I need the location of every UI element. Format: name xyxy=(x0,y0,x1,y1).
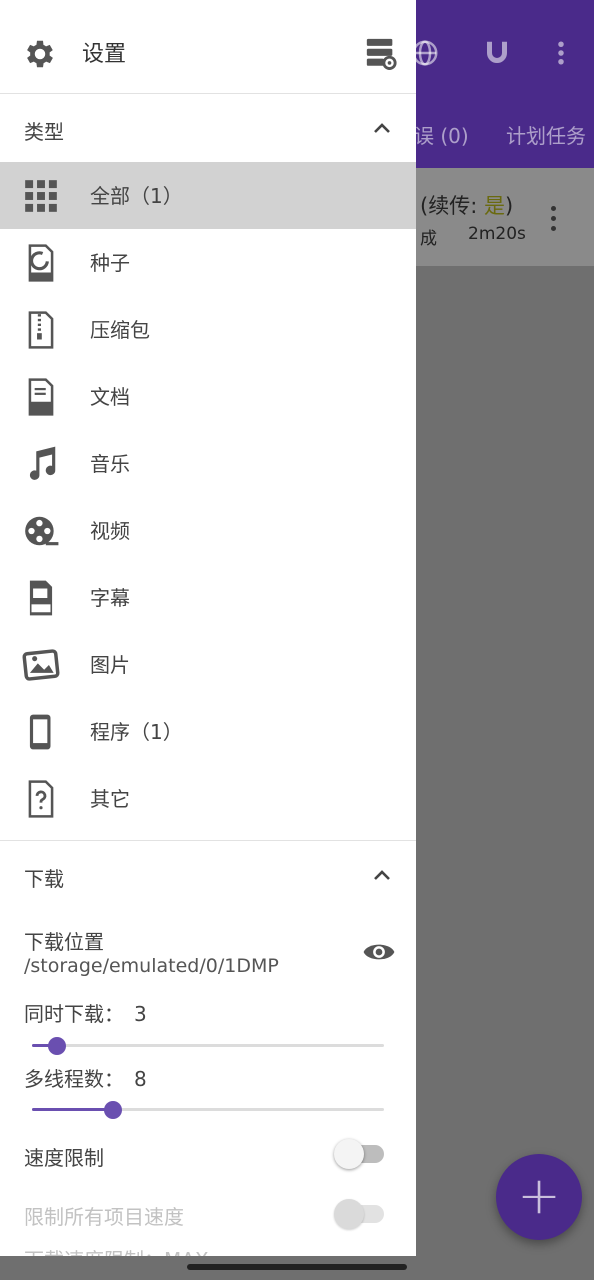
concurrent-downloads-value: 3 xyxy=(134,1002,147,1026)
plus-icon: + xyxy=(517,1166,561,1226)
task-title: (续传: 是) xyxy=(420,194,514,218)
toggle-knob xyxy=(334,1199,364,1229)
limit-all-label: 限制所有项目速度 xyxy=(24,1205,184,1229)
category-label: 种子 xyxy=(90,251,130,275)
category-label: 图片 xyxy=(90,653,130,677)
types-section-title: 类型 xyxy=(24,120,64,144)
eye-icon[interactable] xyxy=(362,938,396,966)
navigation-drawer: 设置 类型 全部（1） 种子 压缩包 文档 音乐 视频 字幕 图片 程序（1） … xyxy=(0,0,416,1256)
category-label: 文档 xyxy=(90,385,130,409)
magnet-icon[interactable] xyxy=(480,38,514,72)
concurrent-downloads-label: 同时下载： 3 xyxy=(24,1002,147,1026)
category-video[interactable]: 视频 xyxy=(0,497,416,564)
speed-limit-value-label: 下载速度限制：MAX xyxy=(24,1244,209,1256)
download-section-title: 下载 xyxy=(24,867,64,891)
speed-limit-label: 速度限制 xyxy=(24,1146,104,1170)
category-image[interactable]: 图片 xyxy=(0,631,416,698)
category-program[interactable]: 程序（1） xyxy=(0,698,416,765)
gear-icon[interactable] xyxy=(22,36,58,72)
limit-all-toggle[interactable] xyxy=(334,1199,384,1229)
category-label: 全部（1） xyxy=(90,184,183,208)
slider-track xyxy=(32,1044,384,1047)
chevron-up-icon xyxy=(374,123,390,133)
drawer-header: 设置 xyxy=(0,0,416,94)
download-location-path[interactable]: /storage/emulated/0/1DMP xyxy=(24,955,279,977)
slider-fill xyxy=(32,1108,113,1111)
thread-count-value: 8 xyxy=(134,1067,147,1091)
zip-file-icon xyxy=(28,311,54,349)
phone-icon xyxy=(29,714,51,750)
film-reel-icon xyxy=(25,516,59,546)
category-subtitle[interactable]: 字幕 xyxy=(0,564,416,631)
thread-count-label: 多线程数： 8 xyxy=(24,1067,147,1091)
tab-error[interactable]: 误 (0) xyxy=(414,120,469,149)
doc-file-icon xyxy=(28,378,54,416)
section-divider xyxy=(0,840,416,841)
category-all[interactable]: 全部（1） xyxy=(0,162,416,229)
category-label: 音乐 xyxy=(90,452,130,476)
unknown-file-icon xyxy=(28,780,54,818)
category-label: 其它 xyxy=(90,787,130,811)
music-note-icon xyxy=(29,446,56,480)
toggle-knob xyxy=(334,1139,364,1169)
grid-icon xyxy=(25,180,57,212)
download-location-label: 下载位置 xyxy=(24,930,104,954)
torrent-file-icon xyxy=(28,244,54,282)
gesture-nav-bar[interactable] xyxy=(187,1264,407,1270)
concurrent-downloads-slider[interactable] xyxy=(32,1036,384,1056)
category-document[interactable]: 文档 xyxy=(0,363,416,430)
category-list: 全部（1） 种子 压缩包 文档 音乐 视频 字幕 图片 程序（1） 其它 xyxy=(0,162,416,832)
slider-thumb[interactable] xyxy=(104,1101,122,1119)
category-label: 视频 xyxy=(90,519,130,543)
tab-scheduled[interactable]: 计划任务 xyxy=(506,120,586,149)
slider-thumb[interactable] xyxy=(48,1037,66,1055)
types-section-header[interactable]: 类型 xyxy=(0,96,416,162)
drawer-title: 设置 xyxy=(82,42,127,67)
category-label: 压缩包 xyxy=(90,318,150,342)
task-meta: 成 2m20s xyxy=(420,224,526,249)
srt-file-icon xyxy=(29,580,53,616)
speed-limit-toggle[interactable] xyxy=(334,1139,384,1169)
task-more-icon[interactable] xyxy=(545,204,563,234)
category-label: 字幕 xyxy=(90,586,130,610)
category-other[interactable]: 其它 xyxy=(0,765,416,832)
image-icon xyxy=(22,649,60,681)
category-music[interactable]: 音乐 xyxy=(0,430,416,497)
category-label: 程序（1） xyxy=(90,720,183,744)
add-download-button[interactable]: + xyxy=(496,1154,582,1240)
more-vert-icon[interactable] xyxy=(544,38,578,72)
chevron-up-icon xyxy=(374,870,390,880)
thread-count-slider[interactable] xyxy=(32,1100,384,1120)
category-torrent[interactable]: 种子 xyxy=(0,229,416,296)
category-archive[interactable]: 压缩包 xyxy=(0,296,416,363)
download-section-header[interactable]: 下载 xyxy=(0,843,416,909)
server-settings-icon[interactable] xyxy=(364,36,398,70)
